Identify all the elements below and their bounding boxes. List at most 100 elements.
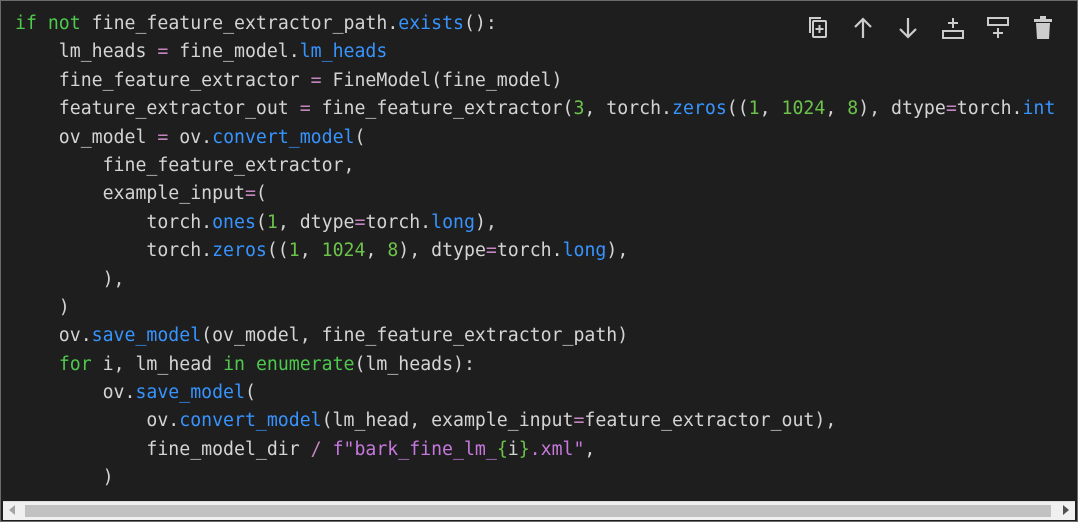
chevron-left-icon	[8, 502, 16, 520]
code-token: fine_model.	[168, 41, 300, 63]
code-token: ), dtype	[858, 98, 946, 120]
code-token: (ov_model, fine_feature_extractor_path)	[201, 325, 629, 347]
code-line: for i, lm_head in enumerate(lm_heads):	[15, 351, 1055, 379]
code-line: ov.convert_model(lm_head, example_input=…	[15, 407, 1055, 435]
insert-cell-below-button[interactable]	[979, 11, 1016, 45]
cell-toolbar	[795, 9, 1065, 47]
code-token: =	[485, 240, 497, 262]
horizontal-scrollbar[interactable]	[3, 501, 1075, 520]
code-token: =	[157, 126, 169, 148]
code-line: feature_extractor_out = fine_feature_ext…	[15, 95, 1056, 123]
code-token: )	[15, 467, 114, 489]
code-token: ), dtype	[398, 240, 486, 262]
code-token: feature_extractor_out),	[584, 410, 837, 432]
code-token: 1	[266, 211, 278, 233]
insert-cell-above-button[interactable]	[934, 11, 971, 45]
code-token: (	[255, 183, 267, 205]
code-line: )	[15, 294, 1055, 322]
code-token: torch.	[956, 98, 1023, 120]
code-token: (	[244, 382, 256, 404]
code-token: zeros	[212, 240, 267, 262]
code-token: int	[1022, 98, 1056, 120]
code-token: =	[945, 98, 957, 120]
code-token: fine_model_dir	[15, 438, 311, 460]
code-token: torch.	[15, 211, 213, 233]
code-token: ,	[584, 438, 596, 460]
code-token: .xml"	[529, 438, 585, 460]
code-token: =	[573, 410, 585, 432]
code-token: save_model	[135, 382, 245, 404]
code-token: {	[496, 438, 508, 460]
code-token: =	[310, 69, 322, 91]
code-token: 8	[387, 240, 399, 262]
arrow-down-icon	[897, 16, 919, 40]
code-token: fine_feature_extractor	[15, 69, 311, 91]
code-token: long	[431, 211, 475, 233]
scroll-right-button[interactable]	[1057, 502, 1075, 520]
code-token: ,	[365, 240, 388, 262]
chevron-right-icon	[1062, 502, 1070, 520]
code-token: /	[310, 438, 322, 460]
code-token: FineModel(fine_model)	[321, 69, 563, 91]
code-token: feature_extractor_out	[15, 98, 300, 120]
code-token: =	[299, 98, 311, 120]
code-token: , torch.	[584, 98, 673, 120]
code-token: fine_feature_extractor_path.	[80, 13, 399, 34]
code-token: ((	[266, 240, 289, 262]
scrollbar-thumb[interactable]	[25, 505, 1051, 517]
code-token: 8	[847, 98, 859, 120]
code-token: 1	[748, 98, 760, 120]
code-line: fine_feature_extractor,	[15, 152, 1055, 180]
code-token: 1024	[781, 98, 826, 120]
code-token: ():	[463, 13, 497, 34]
move-up-button[interactable]	[844, 11, 881, 45]
code-token: (	[255, 211, 267, 233]
code-token: ov.	[15, 382, 136, 404]
code-token: , dtype	[277, 211, 355, 233]
code-token: ov_model	[15, 126, 158, 148]
code-token: i, lm_head	[91, 353, 224, 375]
code-line: ov.save_model(ov_model, fine_feature_ext…	[15, 322, 1055, 350]
code-token: torch.	[15, 240, 213, 262]
code-line: torch.ones(1, dtype=torch.long),	[15, 209, 1055, 237]
code-token: (lm_heads):	[354, 353, 475, 375]
code-token: ),	[606, 240, 629, 262]
code-token: =	[157, 41, 169, 63]
delete-cell-button[interactable]	[1024, 11, 1061, 45]
code-line: ov_model = ov.convert_model(	[15, 124, 1055, 152]
code-token: (lm_head, example_input	[321, 410, 574, 432]
code-token: ((	[726, 98, 749, 120]
trash-icon	[1033, 16, 1053, 40]
code-token: lm_heads	[299, 41, 388, 63]
code-token: fine_feature_extractor,	[15, 154, 355, 176]
code-line: fine_model_dir / f"bark_fine_lm_{i}.xml"…	[15, 436, 1055, 464]
arrow-up-icon	[852, 16, 874, 40]
code-line: ),	[15, 266, 1055, 294]
scroll-left-button[interactable]	[3, 502, 21, 520]
insert-below-icon	[986, 16, 1010, 40]
code-cell[interactable]: if not fine_feature_extractor_path.exist…	[0, 0, 1078, 522]
code-token: ov.	[15, 325, 92, 347]
code-line: ov.save_model(	[15, 379, 1055, 407]
code-token: ,	[825, 98, 848, 120]
code-token: lm_heads	[15, 41, 158, 63]
code-token: ),	[474, 211, 497, 233]
code-token: torch.	[365, 211, 432, 233]
code-line: torch.zeros((1, 1024, 8), dtype=torch.lo…	[15, 237, 1055, 265]
code-token: ov.	[15, 410, 180, 432]
copy-cell-button[interactable]	[799, 11, 836, 45]
code-line: )	[15, 464, 1055, 492]
move-down-button[interactable]	[889, 11, 926, 45]
code-line: example_input=(	[15, 180, 1055, 208]
code-token: (	[354, 126, 366, 148]
code-token: exists	[398, 13, 464, 34]
code-token: enumerate	[255, 353, 355, 375]
code-token: ),	[15, 268, 125, 290]
code-token: zeros	[672, 98, 727, 120]
code-editor[interactable]: if not fine_feature_extractor_path.exist…	[15, 10, 1055, 493]
code-token: ,	[759, 98, 782, 120]
code-token: torch.	[496, 240, 563, 262]
code-token: ones	[212, 211, 256, 233]
